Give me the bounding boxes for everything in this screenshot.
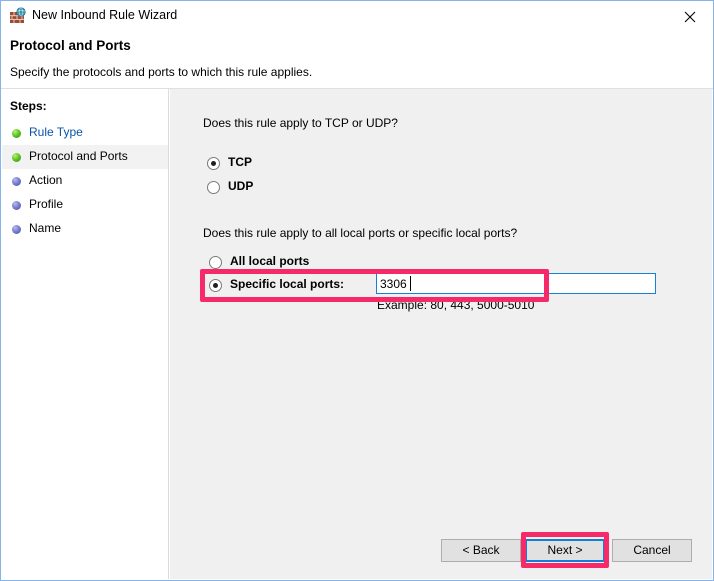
- page-title: Protocol and Ports: [10, 38, 131, 53]
- title-bar: New Inbound Rule Wizard: [1, 1, 713, 31]
- specific-ports-input[interactable]: [376, 273, 656, 294]
- sidebar-item-label: Action: [29, 173, 63, 187]
- protocol-question: Does this rule apply to TCP or UDP?: [203, 116, 398, 130]
- page-header: Protocol and Ports Specify the protocols…: [1, 31, 713, 88]
- sidebar-item-label: Rule Type: [29, 125, 83, 139]
- ports-question: Does this rule apply to all local ports …: [203, 226, 518, 240]
- step-bullet-icon: [12, 129, 21, 138]
- radio-indicator-icon: [207, 157, 220, 170]
- steps-sidebar: Steps: Rule Type Protocol and Ports Acti…: [2, 89, 169, 579]
- text-caret: [410, 276, 411, 291]
- radio-specific-local-ports-label: Specific local ports:: [230, 277, 345, 291]
- radio-indicator-icon: [209, 256, 222, 269]
- radio-indicator-icon: [207, 181, 220, 194]
- next-button[interactable]: Next >: [525, 539, 605, 562]
- sidebar-item-rule-type[interactable]: Rule Type: [2, 121, 168, 145]
- window-title: New Inbound Rule Wizard: [32, 8, 178, 22]
- close-icon[interactable]: [668, 1, 713, 30]
- radio-indicator-icon: [209, 279, 222, 292]
- firewall-globe-icon: [9, 7, 27, 25]
- sidebar-item-label: Name: [29, 221, 62, 235]
- step-bullet-icon: [12, 177, 21, 186]
- sidebar-item-protocol-and-ports[interactable]: Protocol and Ports: [2, 145, 168, 169]
- radio-all-local-ports-label: All local ports: [230, 254, 310, 268]
- step-bullet-icon: [12, 201, 21, 210]
- sidebar-item-label: Protocol and Ports: [29, 149, 128, 163]
- back-button[interactable]: < Back: [441, 539, 521, 562]
- cancel-button[interactable]: Cancel: [612, 539, 692, 562]
- step-bullet-icon: [12, 153, 21, 162]
- sidebar-item-label: Profile: [29, 197, 64, 211]
- sidebar-item-profile[interactable]: Profile: [2, 193, 168, 217]
- radio-tcp-label: TCP: [228, 155, 252, 169]
- sidebar-item-name[interactable]: Name: [2, 217, 168, 241]
- ports-example-hint: Example: 80, 443, 5000-5010: [377, 298, 535, 312]
- main-content: Does this rule apply to TCP or UDP? TCP …: [170, 89, 712, 579]
- steps-heading: Steps:: [10, 99, 47, 113]
- step-bullet-icon: [12, 225, 21, 234]
- wizard-window: New Inbound Rule Wizard Protocol and Por…: [0, 0, 714, 581]
- sidebar-item-action[interactable]: Action: [2, 169, 168, 193]
- page-subtitle: Specify the protocols and ports to which…: [10, 65, 313, 79]
- radio-udp-label: UDP: [228, 179, 254, 193]
